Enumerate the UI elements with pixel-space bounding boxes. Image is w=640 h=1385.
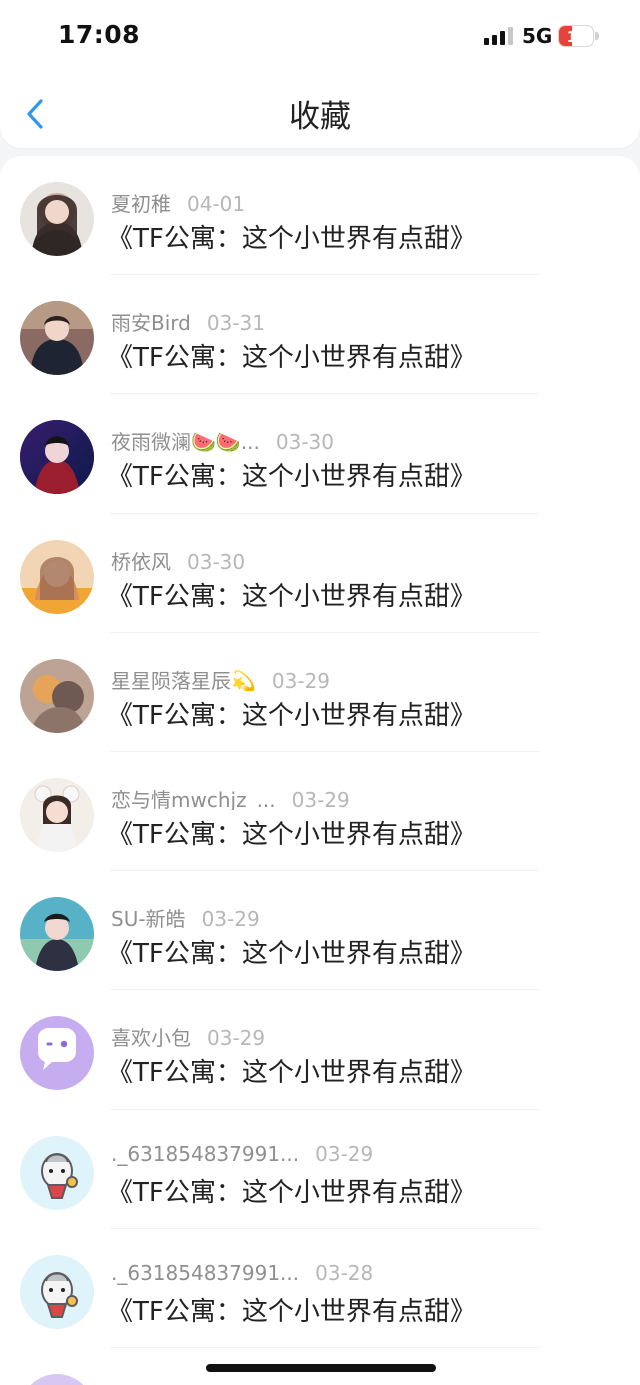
stage-performer-avatar-icon xyxy=(20,420,94,495)
user-name[interactable]: 喜欢小包 xyxy=(111,1026,191,1048)
item-meta: 桥依风 03-30 xyxy=(111,546,611,572)
post-title[interactable]: 《TF公寓：这个小世界有点甜》 xyxy=(107,1172,476,1209)
avatar[interactable] xyxy=(20,301,94,376)
post-date: 03-30 xyxy=(275,430,335,453)
avatar[interactable] xyxy=(20,1135,94,1210)
item-meta: 恋与情mwchjz_... 03-29 xyxy=(111,784,611,810)
avatar[interactable] xyxy=(20,897,94,972)
page-title: 收藏 xyxy=(289,99,351,135)
item-meta: 雨安Bird 03-31 xyxy=(111,307,611,333)
post-date: 03-30 xyxy=(187,549,246,572)
partial-meta-line xyxy=(111,1378,371,1385)
concert-avatar-icon xyxy=(20,897,94,972)
battery-level-text: 16 xyxy=(566,28,588,46)
user-name[interactable]: SU-新皓 xyxy=(111,907,186,929)
post-date: 03-29 xyxy=(315,1141,374,1166)
post-date: 03-29 xyxy=(291,787,350,810)
user-name[interactable]: ._631854837991... xyxy=(111,1261,299,1285)
user-name[interactable]: 夏初稚 xyxy=(111,192,171,214)
user-name[interactable]: 恋与情mwchjz_... xyxy=(111,788,276,810)
post-date: 03-31 xyxy=(206,311,265,334)
favorite-item-10[interactable]: ._631854837991... 03-28 《TF公寓：这个小世界有点甜》 xyxy=(0,1229,640,1349)
warm-photo-avatar-icon xyxy=(20,658,94,733)
favorite-item-7[interactable]: SU-新皓 03-29 《TF公寓：这个小世界有点甜》 xyxy=(0,871,640,991)
favorite-item-5[interactable]: 星星陨落星辰💫 03-29 《TF公寓：这个小世界有点甜》 xyxy=(0,633,640,753)
post-title[interactable]: 《TF公寓：这个小世界有点甜》 xyxy=(107,218,476,255)
favorite-item-8[interactable]: 喜欢小包 03-29 《TF公寓：这个小世界有点甜》 xyxy=(0,990,640,1110)
post-title[interactable]: 《TF公寓：这个小世界有点甜》 xyxy=(107,1052,476,1089)
cartoon-hero-avatar-icon xyxy=(20,1254,94,1329)
favorite-item-9[interactable]: ._631854837991... 03-29 《TF公寓：这个小世界有点甜》 xyxy=(0,1110,640,1229)
item-meta: 星星陨落星辰💫 03-29 xyxy=(111,665,611,691)
signal-icon xyxy=(484,27,513,45)
post-title[interactable]: 《TF公寓：这个小世界有点甜》 xyxy=(107,933,476,970)
user-name[interactable]: 桥依风 xyxy=(111,550,171,572)
post-date: 03-29 xyxy=(271,668,331,691)
avatar[interactable] xyxy=(20,182,94,256)
user-name[interactable]: 雨安Bird xyxy=(111,311,191,333)
post-title[interactable]: 《TF公寓：这个小世界有点甜》 xyxy=(107,1291,476,1328)
favorite-item-4[interactable]: 桥依风 03-30 《TF公寓：这个小世界有点甜》 xyxy=(0,514,640,633)
user-name[interactable]: ._631854837991... xyxy=(111,1142,299,1166)
item-meta: 夜雨微澜🍉🍉... 03-30 xyxy=(111,426,611,452)
favorites-list: 夏初稚 04-01 《TF公寓：这个小世界有点甜》 雨安Bird 03-31 《TF… xyxy=(0,156,640,1385)
anime-girl-avatar-icon xyxy=(20,539,94,614)
post-title[interactable]: 《TF公寓：这个小世界有点甜》 xyxy=(107,576,476,613)
boy-portrait-avatar-icon xyxy=(20,301,94,376)
item-meta: SU-新皓 03-29 xyxy=(111,903,611,929)
girl-portrait-avatar-icon xyxy=(20,182,94,256)
battery-cap xyxy=(595,32,599,40)
avatar[interactable] xyxy=(20,1374,94,1385)
cartoon-hero-avatar-icon xyxy=(20,1135,94,1210)
post-date: 03-29 xyxy=(201,907,260,930)
purple-chat-avatar-icon xyxy=(20,1016,94,1091)
avatar[interactable] xyxy=(20,658,94,733)
item-meta: 夏初稚 04-01 xyxy=(111,188,611,214)
post-title[interactable]: 《TF公寓：这个小世界有点甜》 xyxy=(107,456,476,493)
network-label: 5G xyxy=(522,24,553,48)
child-ears-avatar-icon xyxy=(20,777,94,852)
post-date: 03-28 xyxy=(315,1260,374,1285)
top-bar: 17:08 5G 16 收藏 xyxy=(0,0,640,148)
avatar[interactable] xyxy=(20,1254,94,1329)
user-name[interactable]: 夜雨微澜🍉🍉... xyxy=(111,430,260,452)
user-name[interactable]: 星星陨落星辰💫 xyxy=(111,669,256,691)
item-meta: ._631854837991... 03-28 xyxy=(111,1261,611,1287)
favorite-item-6[interactable]: 恋与情mwchjz_... 03-29 《TF公寓：这个小世界有点甜》 xyxy=(0,752,640,872)
status-time: 17:08 xyxy=(58,20,141,49)
home-indicator[interactable] xyxy=(206,1364,436,1372)
avatar[interactable] xyxy=(20,1016,94,1091)
item-meta: 喜欢小包 03-29 xyxy=(111,1022,611,1048)
post-date: 04-01 xyxy=(187,192,246,214)
favorite-item-1[interactable]: 夏初稚 04-01 《TF公寓：这个小世界有点甜》 xyxy=(0,156,640,276)
favorite-item-2[interactable]: 雨安Bird 03-31 《TF公寓：这个小世界有点甜》 xyxy=(0,275,640,395)
avatar[interactable] xyxy=(20,420,94,495)
battery-indicator: 16 xyxy=(558,25,600,47)
favorite-item-3[interactable]: 夜雨微澜🍉🍉... 03-30 《TF公寓：这个小世界有点甜》 xyxy=(0,394,640,514)
post-title[interactable]: 《TF公寓：这个小世界有点甜》 xyxy=(107,695,476,732)
avatar[interactable] xyxy=(20,539,94,614)
item-meta: ._631854837991... 03-29 xyxy=(111,1142,611,1168)
battery-body: 16 xyxy=(558,25,594,47)
post-title[interactable]: 《TF公寓：这个小世界有点甜》 xyxy=(107,337,476,374)
avatar[interactable] xyxy=(20,777,94,852)
post-date: 03-29 xyxy=(207,1026,266,1049)
post-title[interactable]: 《TF公寓：这个小世界有点甜》 xyxy=(107,814,476,851)
